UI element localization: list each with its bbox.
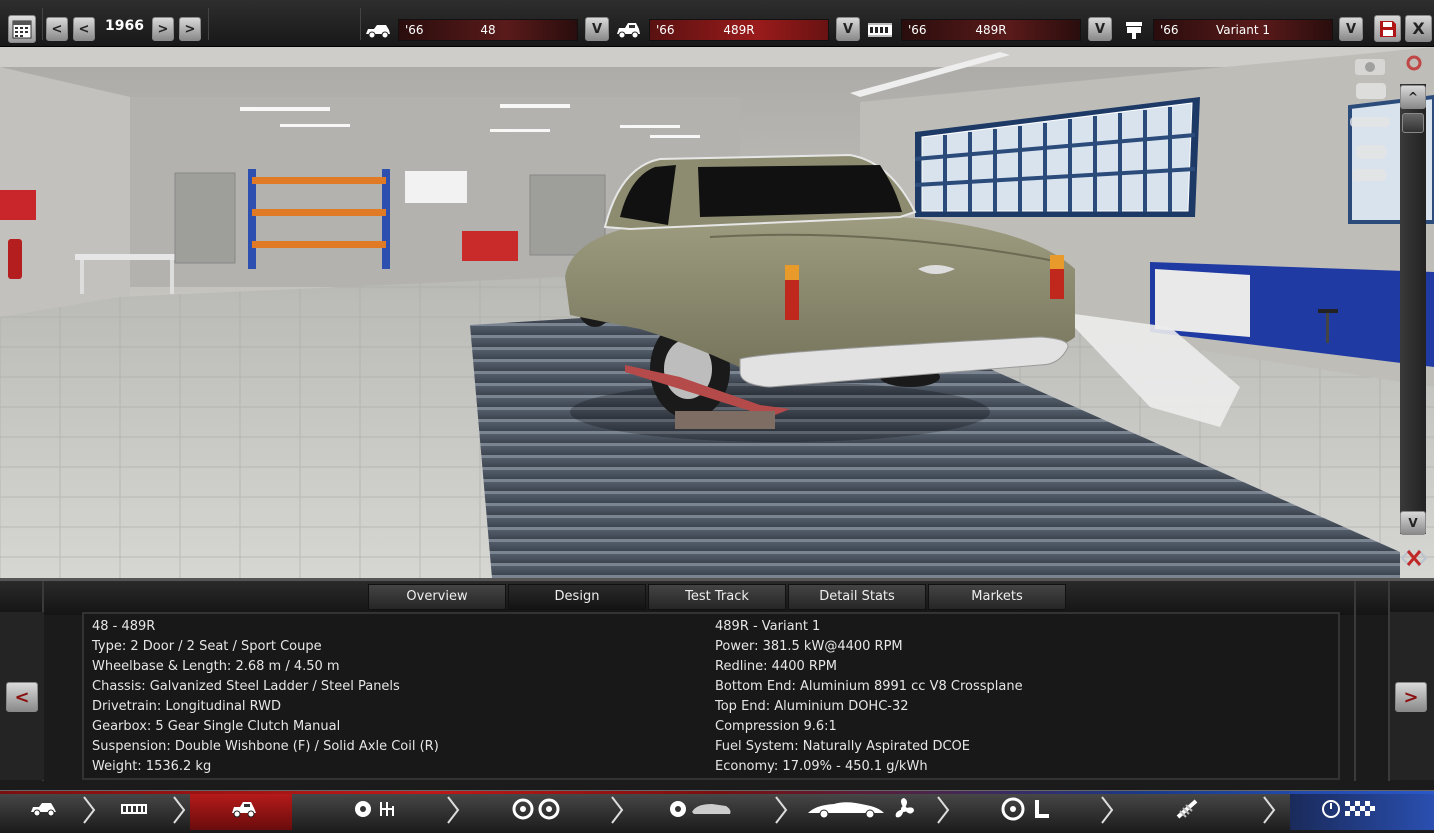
model-icon[interactable] <box>222 793 266 825</box>
chassis: Chassis: Galvanized Steel Ladder / Steel… <box>92 679 400 694</box>
body-panels-icon[interactable] <box>665 793 735 825</box>
wheelbase-length: Wheelbase & Length: 2.68 m / 4.50 m <box>92 659 340 674</box>
engine-economy: Economy: 17.09% - 450.1 g/kWh <box>715 759 928 774</box>
suspension: Suspension: Double Wishbone (F) / Solid … <box>92 739 439 754</box>
year-next-fast-button[interactable]: > <box>179 17 201 41</box>
chevron-right-icon <box>173 796 186 824</box>
tab-markets[interactable]: Markets <box>928 584 1066 610</box>
drivetrain: Drivetrain: Longitudinal RWD <box>92 699 282 714</box>
garage-viewport[interactable]: ^ V <box>0 47 1434 578</box>
engine-power: Power: 381.5 kW@4400 RPM <box>715 639 903 654</box>
car-body-icon <box>364 19 392 41</box>
engine-dropdown-button[interactable]: V <box>1088 17 1112 41</box>
scroll-up-button[interactable]: ^ <box>1400 85 1426 109</box>
car-body-icon[interactable] <box>22 793 66 825</box>
weight: Weight: 1536.2 kg <box>92 759 212 774</box>
chevron-right-icon <box>611 796 624 824</box>
scroll-down-button[interactable]: V <box>1400 511 1426 535</box>
variant-dropdown-button[interactable]: V <box>1339 17 1363 41</box>
close-button[interactable]: X <box>1405 15 1432 42</box>
wheels-icon[interactable] <box>505 793 565 825</box>
model-title: 48 - 489R <box>92 619 156 634</box>
tab-design[interactable]: Design <box>508 584 646 610</box>
body-type: Type: 2 Door / 2 Seat / Sport Coupe <box>92 639 322 654</box>
tab-overview[interactable]: Overview <box>368 584 506 610</box>
top-toolbar: < < 1966 > > '66 48 V '66 489R V '66 489… <box>0 0 1434 47</box>
interior-icon[interactable] <box>990 793 1060 825</box>
year-display: 1966 <box>105 18 144 34</box>
piston-icon <box>1120 19 1148 41</box>
variant-selector[interactable]: '66 Variant 1 <box>1153 19 1333 41</box>
chevron-right-icon <box>83 796 96 824</box>
tab-detail-stats[interactable]: Detail Stats <box>788 584 926 610</box>
reset-view-icon[interactable] <box>1398 545 1430 571</box>
model-value: 489R <box>723 23 755 37</box>
car-body-dropdown-button[interactable]: V <box>585 17 609 41</box>
info-next-button[interactable]: > <box>1395 682 1427 712</box>
chevron-right-icon <box>1101 796 1114 824</box>
suspension-icon[interactable] <box>1165 793 1209 825</box>
engine-top-end: Top End: Aluminium DOHC-32 <box>715 699 909 714</box>
engine-block-icon <box>866 19 894 41</box>
variant-value: Variant 1 <box>1215 23 1270 37</box>
model-selector[interactable]: '66 489R <box>649 19 829 41</box>
engine-compression: Compression 9.6:1 <box>715 719 837 734</box>
gearbox: Gearbox: 5 Gear Single Clutch Manual <box>92 719 341 734</box>
engine-selector[interactable]: '66 489R <box>901 19 1081 41</box>
chevron-right-icon <box>937 796 950 824</box>
engine-value: 489R <box>975 23 1007 37</box>
year-prev-button[interactable]: < <box>73 17 95 41</box>
model-icon <box>614 19 642 41</box>
scroll-thumb[interactable] <box>1402 113 1424 133</box>
model-dropdown-button[interactable]: V <box>836 17 860 41</box>
tab-test-track[interactable]: Test Track <box>648 584 786 610</box>
designer-stage-nav <box>0 790 1434 833</box>
year-next-button[interactable]: > <box>152 17 174 41</box>
test-flag-icon[interactable] <box>1318 793 1384 825</box>
year-prev-fast-button[interactable]: < <box>46 17 68 41</box>
calendar-icon[interactable] <box>8 15 36 43</box>
chevron-right-icon <box>447 796 460 824</box>
chassis-icon[interactable] <box>112 793 156 825</box>
engine-redline: Redline: 4400 RPM <box>715 659 837 674</box>
chevron-right-icon <box>775 796 788 824</box>
info-prev-button[interactable]: < <box>6 682 38 712</box>
engine-gearbox-icon[interactable] <box>340 793 410 825</box>
garage-scene <box>0 47 1434 578</box>
aero-fan-icon[interactable] <box>805 793 917 825</box>
engine-title: 489R - Variant 1 <box>715 619 821 634</box>
design-summary-panel: 48 - 489R Type: 2 Door / 2 Seat / Sport … <box>82 612 1340 780</box>
chevron-right-icon <box>1263 796 1276 824</box>
engine-bottom-end: Bottom End: Aluminium 8991 cc V8 Crosspl… <box>715 679 1023 694</box>
car-body-selector[interactable]: '66 48 <box>398 19 578 41</box>
view-scrollbar[interactable] <box>1400 84 1426 534</box>
car-body-value: 48 <box>480 23 496 37</box>
save-icon[interactable] <box>1374 15 1401 42</box>
engine-fuel-system: Fuel System: Naturally Aspirated DCOE <box>715 739 970 754</box>
